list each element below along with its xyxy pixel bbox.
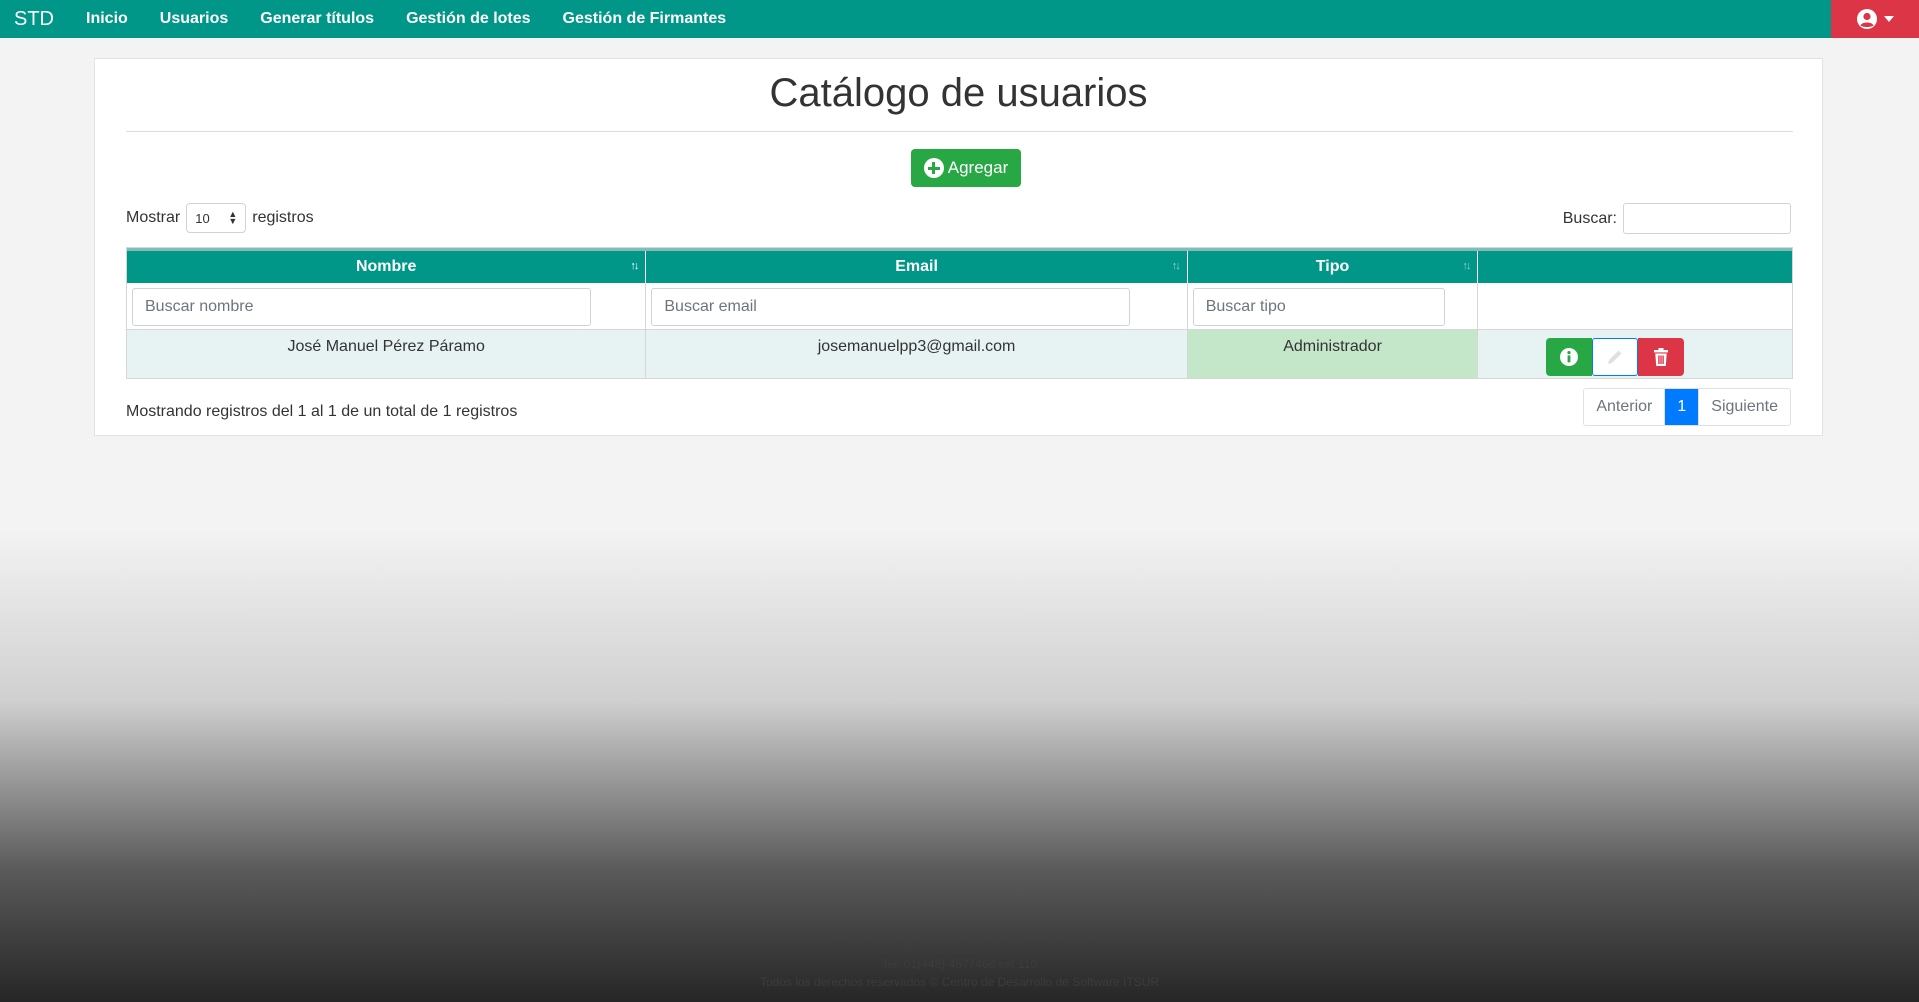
column-header-tipo[interactable]: Tipo ↑↓ — [1188, 251, 1479, 283]
select-arrows-icon: ▲ ▼ — [228, 209, 238, 226]
filter-cell-empty — [1478, 283, 1792, 329]
filter-cell-tipo: Buscar tipo — [1188, 283, 1479, 329]
table-info-text: Mostrando registros del 1 al 1 de un tot… — [126, 403, 518, 420]
add-user-button-label: Agregar — [947, 158, 1009, 177]
brand-logo[interactable]: STD — [0, 8, 86, 31]
cell-nombre: José Manuel Pérez Páramo — [127, 330, 647, 378]
delete-button[interactable] — [1638, 337, 1685, 376]
pagination-next[interactable]: Siguiente — [1698, 389, 1790, 425]
length-label-before: Mostrar — [126, 209, 181, 226]
top-navbar: STD Inicio Usuarios Generar títulos Gest… — [0, 0, 1919, 38]
nav-link-generar-titulos[interactable]: Generar títulos — [260, 10, 374, 28]
cell-email: josemanuelpp3@gmail.com — [646, 330, 1188, 378]
chevron-down-icon — [1884, 16, 1894, 22]
trash-icon — [1654, 347, 1669, 366]
search-input[interactable] — [1623, 203, 1791, 234]
length-label-after: registros — [252, 209, 314, 226]
users-catalog-card: Catálogo de usuarios Agregar Mostrar 10 … — [94, 58, 1823, 436]
pagination-prev[interactable]: Anterior — [1584, 389, 1665, 425]
footer-institution: Instituto Tecnológico Superior del Sur d… — [819, 939, 1100, 953]
page-length-value: 10 — [195, 210, 210, 226]
pencil-icon — [1608, 350, 1622, 364]
sort-icon: ↑↓ — [630, 260, 639, 272]
table-row: José Manuel Pérez Páramo josemanuelpp3@g… — [127, 330, 1792, 378]
filter-tipo-input[interactable]: Buscar tipo — [1192, 288, 1445, 326]
add-user-button[interactable]: Agregar — [911, 149, 1021, 187]
pagination-page-1[interactable]: 1 — [1664, 389, 1699, 425]
nav-link-usuarios[interactable]: Usuarios — [160, 10, 228, 28]
divider — [126, 131, 1793, 132]
column-header-label: Email — [895, 258, 938, 275]
column-header-email[interactable]: Email ↑↓ — [646, 251, 1188, 283]
footer-copyright: Todos los derechos reservados © Centro d… — [759, 975, 1160, 989]
cell-tipo: Administrador — [1187, 330, 1479, 378]
filter-nombre-input[interactable]: Buscar nombre — [132, 288, 591, 326]
column-header-actions — [1478, 251, 1792, 283]
table-header-row: Nombre ↑↓ Email ↑↓ Tipo ↑↓ — [127, 248, 1792, 283]
column-header-nombre[interactable]: Nombre ↑↓ — [127, 251, 647, 283]
cell-actions — [1478, 330, 1792, 378]
search-label: Buscar: — [1562, 209, 1617, 227]
row-action-group — [1546, 337, 1685, 376]
nav-link-gestion-firmantes[interactable]: Gestión de Firmantes — [563, 10, 727, 28]
info-icon — [1560, 347, 1579, 366]
user-circle-icon — [1857, 9, 1877, 29]
site-footer: Instituto Tecnológico Superior del Sur d… — [0, 937, 1919, 991]
global-search: Buscar: — [1563, 203, 1791, 234]
info-button[interactable] — [1546, 337, 1593, 376]
filter-cell-email: Buscar email — [646, 283, 1188, 329]
nav-link-inicio[interactable]: Inicio — [86, 10, 128, 28]
page-length-control: Mostrar 10 ▲ ▼ registros — [126, 203, 314, 233]
users-table: Nombre ↑↓ Email ↑↓ Tipo ↑↓ Buscar nombre… — [126, 247, 1793, 379]
filter-row: Buscar nombre Buscar email Buscar tipo — [127, 283, 1792, 330]
filter-cell-nombre: Buscar nombre — [127, 283, 647, 329]
plus-circle-icon — [923, 158, 944, 178]
page-title: Catálogo de usuarios — [769, 71, 1148, 115]
user-menu-button[interactable] — [1831, 0, 1919, 38]
nav-link-gestion-lotes[interactable]: Gestión de lotes — [406, 10, 530, 28]
column-header-label: Nombre — [355, 258, 417, 275]
pagination: Anterior 1 Siguiente — [1583, 388, 1791, 426]
sort-icon: ↑↓ — [1171, 260, 1181, 272]
filter-email-input[interactable]: Buscar email — [651, 288, 1131, 326]
page-length-select[interactable]: 10 ▲ ▼ — [186, 203, 247, 233]
sort-icon: ↑↓ — [1462, 260, 1471, 272]
edit-button[interactable] — [1592, 337, 1639, 376]
column-header-label: Tipo — [1315, 258, 1350, 275]
footer-phone: Tel. 01(445) 4577468 ext 110 — [881, 957, 1038, 971]
